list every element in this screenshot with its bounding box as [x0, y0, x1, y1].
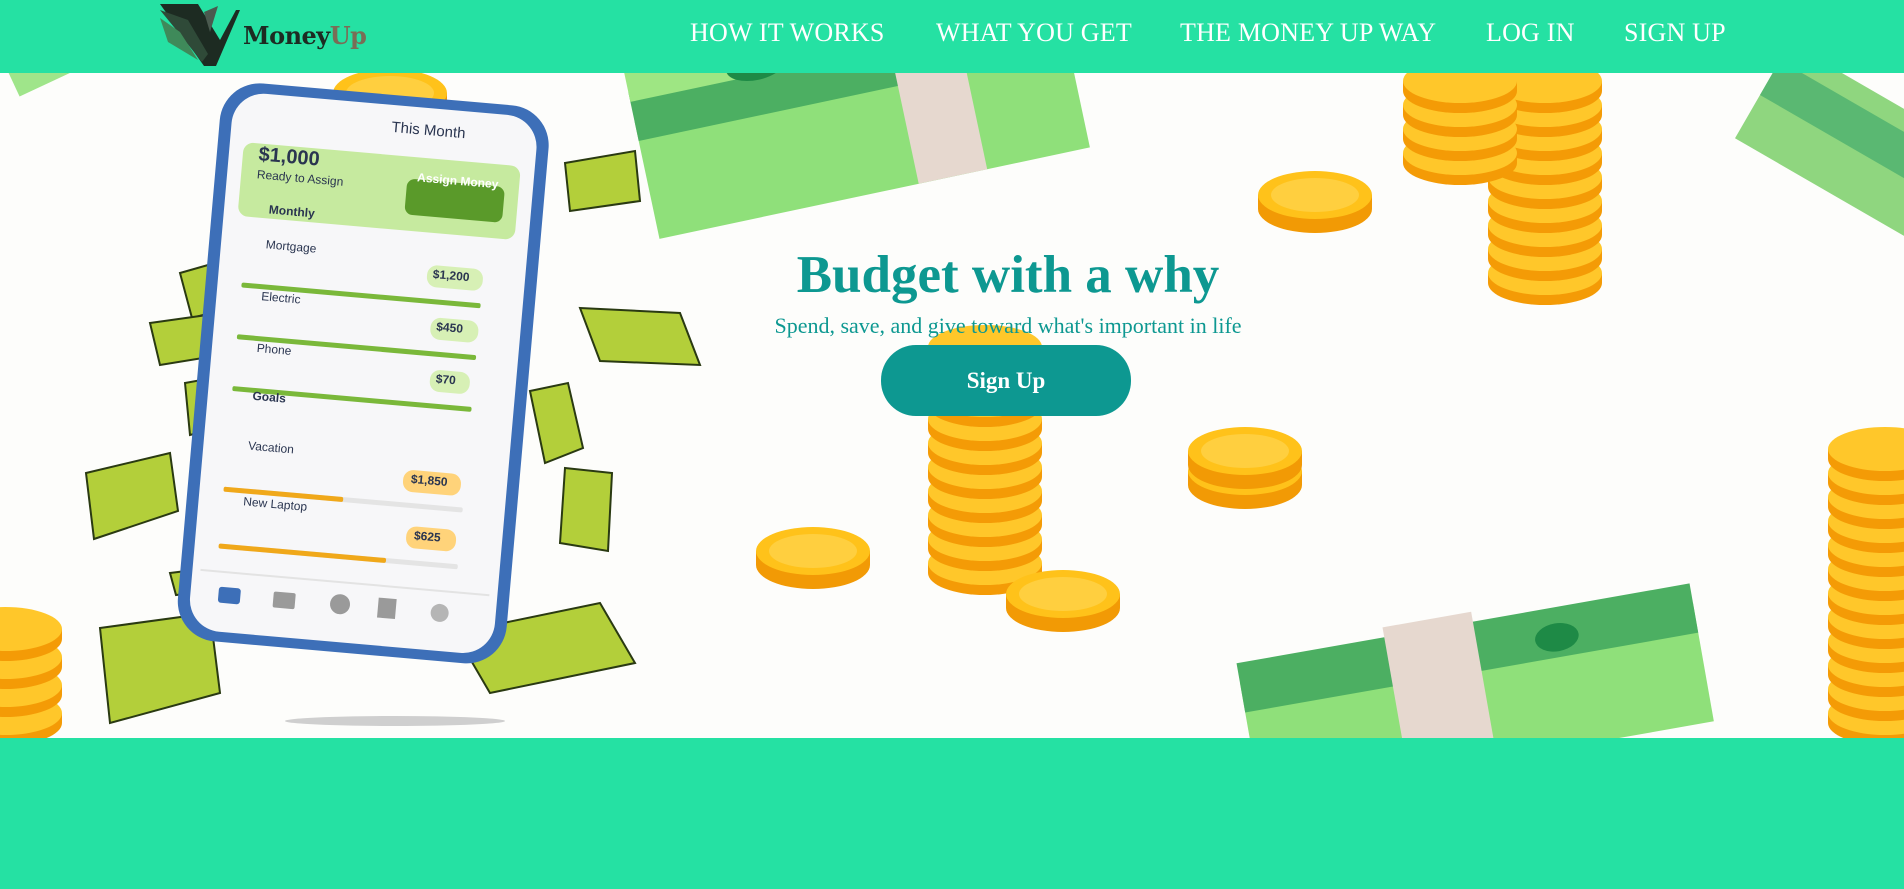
hero-title: Budget with a why	[796, 246, 1220, 304]
nav-how-it-works[interactable]: HOW IT WORKS	[690, 18, 885, 48]
item-amount: $450	[435, 319, 464, 336]
item-amount: $1,850	[410, 471, 449, 490]
item-label: Mortgage	[265, 237, 317, 256]
item-label: New Laptop	[242, 494, 308, 514]
logo-mark-icon	[160, 4, 240, 66]
assign-money-button[interactable]: Assign Money	[417, 170, 499, 191]
brand-logo[interactable]: MoneyUp	[158, 2, 367, 68]
top-navbar: MoneyUp HOW IT WORKS WHAT YOU GET THE MO…	[0, 0, 1904, 73]
item-amount: $70	[435, 371, 457, 388]
brand-name: MoneyUp	[243, 21, 367, 50]
hero-banner: This Month $1,000 Ready to Assign Assign…	[0, 73, 1904, 738]
ready-label: Ready to Assign	[256, 167, 344, 189]
nav-money-up-way[interactable]: THE MONEY UP WAY	[1180, 18, 1436, 48]
hero-sign-up-button[interactable]: Sign Up	[881, 345, 1131, 416]
nav-what-you-get[interactable]: WHAT YOU GET	[936, 18, 1132, 48]
phone-header: This Month	[390, 118, 467, 143]
item-label: Phone	[256, 340, 292, 358]
item-amount: $1,200	[432, 267, 471, 285]
group-monthly: Monthly	[268, 202, 316, 221]
hero-subtitle: Spend, save, and give toward what's impo…	[774, 313, 1242, 338]
item-label: Electric	[260, 289, 302, 307]
group-goals: Goals	[252, 388, 287, 406]
item-amount: $625	[413, 528, 442, 545]
nav-sign-up[interactable]: SIGN UP	[1624, 18, 1726, 48]
item-label: Vacation	[247, 438, 295, 457]
nav-log-in[interactable]: LOG IN	[1486, 18, 1575, 48]
